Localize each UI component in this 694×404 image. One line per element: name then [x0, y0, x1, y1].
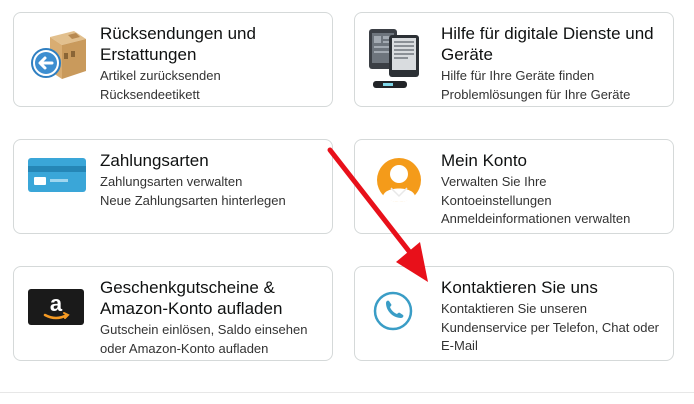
card-description-line: Kontoeinstellungen: [441, 192, 552, 208]
card-description-line: Neue Zahlungsarten hinterlegen: [100, 192, 286, 208]
card-title: Mein Konto: [441, 151, 527, 170]
gift-card-icon: a: [24, 277, 92, 345]
card-description-line: Verwalten Sie Ihre: [441, 174, 547, 189]
card-description-line: Problemlösungen für Ihre Geräte: [441, 86, 631, 102]
card-description-line: Kundenservice per Telefon, Chat oder: [441, 319, 660, 335]
return-package-icon: [24, 23, 92, 91]
card-description-line: Gutschein einlösen, Saldo einsehen: [100, 322, 308, 337]
phone-icon: [365, 277, 433, 345]
card-description-line: Hilfe für Ihre Geräte finden: [441, 68, 595, 83]
contact-us-card[interactable]: Kontaktieren Sie uns Kontaktieren Sie un…: [354, 266, 674, 361]
card-description-line: Artikel zurücksenden: [100, 68, 221, 83]
returns-card[interactable]: Rücksendungen und Erstattungen Artikel z…: [13, 12, 333, 107]
digital-services-card[interactable]: Hilfe für digitale Dienste und Geräte Hi…: [354, 12, 674, 107]
card-title: Zahlungsarten: [100, 151, 209, 170]
my-account-card[interactable]: Mein Konto Verwalten Sie Ihre Kontoeinst…: [354, 139, 674, 234]
devices-icon: [365, 23, 433, 91]
card-title: Rücksendungen und Erstattungen: [100, 24, 256, 64]
card-title: Hilfe für digitale Dienste und Geräte: [441, 24, 654, 64]
svg-text:a: a: [50, 291, 63, 316]
payment-methods-card[interactable]: Zahlungsarten Zahlungsarten verwalten Ne…: [13, 139, 333, 234]
card-description-line: Anmeldeinformationen verwalten: [441, 211, 631, 226]
gift-cards-card[interactable]: a Geschenkgutscheine & Amazon-Konto aufl…: [13, 266, 333, 361]
card-description-line: E-Mail: [441, 338, 478, 353]
user-avatar-icon: [365, 150, 433, 218]
card-title: Kontaktieren Sie uns: [441, 278, 598, 297]
bottom-divider: [0, 392, 694, 393]
card-description-line: Rücksendeetikett: [100, 86, 200, 102]
card-description-line: Kontaktieren Sie unseren: [441, 301, 587, 316]
card-description-line: Zahlungsarten verwalten: [100, 174, 243, 189]
card-title: Geschenkgutscheine & Amazon-Konto auflad…: [100, 278, 283, 318]
credit-card-icon: [24, 150, 92, 218]
card-description-line: oder Amazon-Konto aufladen: [100, 340, 269, 356]
